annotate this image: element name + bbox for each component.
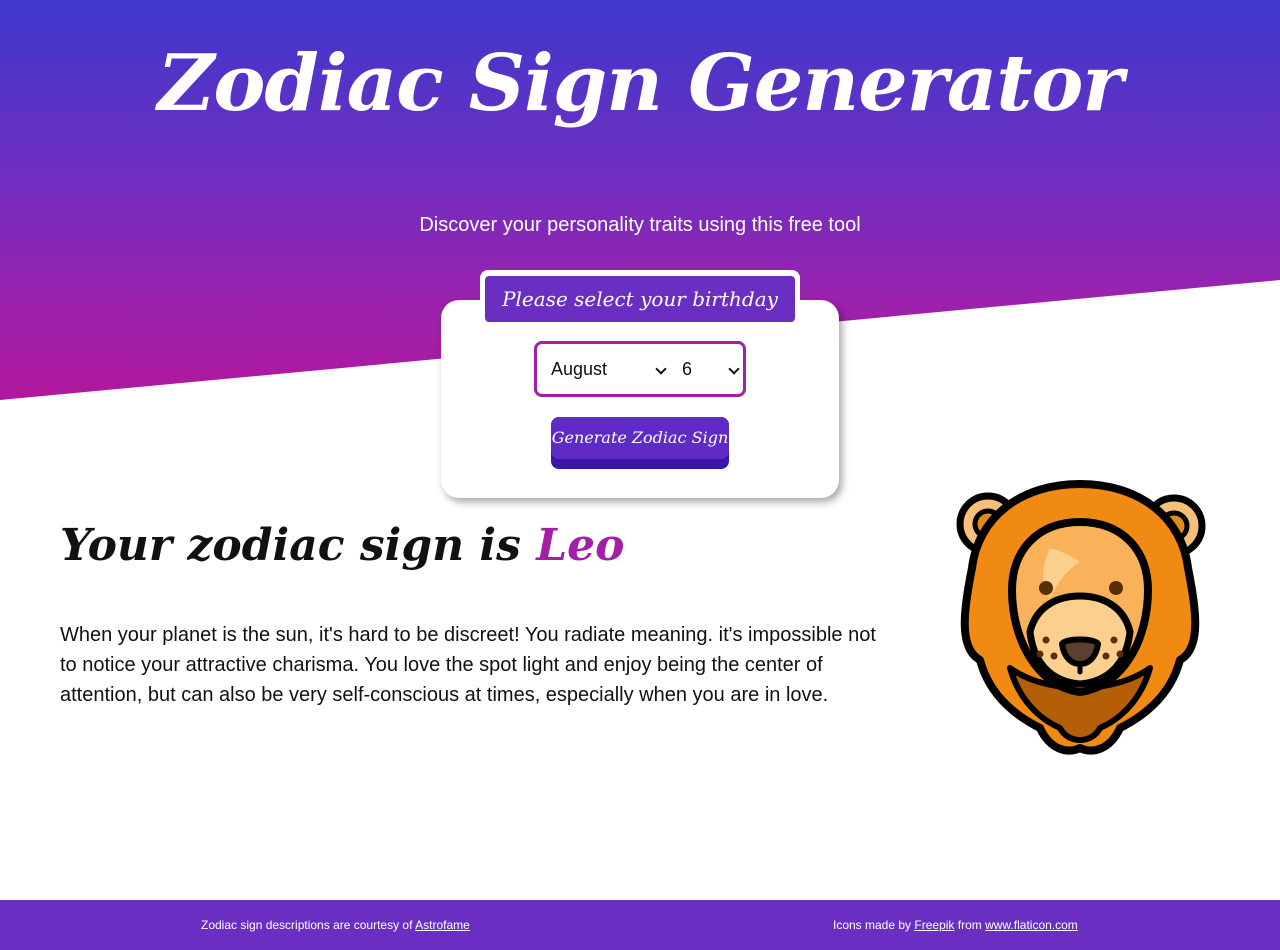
- birthday-picker: August 6: [534, 341, 746, 397]
- generate-zodiac-button[interactable]: Generate Zodiac Sign: [551, 417, 729, 469]
- footer-credit-prefix: Zodiac sign descriptions are courtesy of: [201, 918, 413, 932]
- lion-icon: [956, 480, 1206, 755]
- freepik-link[interactable]: Freepik: [914, 918, 954, 932]
- astrofame-link[interactable]: Astrofame: [415, 918, 470, 932]
- form-tab-label: Please select your birthday: [485, 276, 795, 322]
- app-title: Zodiac Sign Generator: [157, 38, 1123, 129]
- footer-credit: Zodiac sign descriptions are courtesy of…: [201, 918, 470, 932]
- footer: Zodiac sign descriptions are courtesy of…: [0, 900, 1280, 950]
- footer-icons-from: from: [957, 918, 982, 932]
- subtitle: Discover your personality traits using t…: [419, 214, 861, 236]
- generate-zodiac-button-label: Generate Zodiac Sign: [551, 417, 729, 459]
- chevron-down-icon: [655, 363, 667, 375]
- result-heading-prefix: Your zodiac sign is: [60, 520, 521, 571]
- result-heading: Your zodiac sign is Leo: [60, 520, 625, 571]
- month-select[interactable]: August: [551, 344, 671, 394]
- footer-icons-prefix: Icons made by: [833, 918, 912, 932]
- day-select-value: 6: [682, 359, 693, 379]
- page: Zodiac Sign Generator Discover your pers…: [0, 0, 1280, 950]
- chevron-down-icon: [728, 363, 740, 375]
- footer-icons-credit: Icons made by Freepik from www.flaticon.…: [833, 918, 1078, 932]
- sign-description: When your planet is the sun, it's hard t…: [60, 624, 876, 706]
- flaticon-link[interactable]: www.flaticon.com: [985, 918, 1078, 932]
- day-select[interactable]: 6: [682, 344, 742, 394]
- zodiac-sign-name: Leo: [536, 520, 625, 571]
- month-select-value: August: [551, 359, 608, 379]
